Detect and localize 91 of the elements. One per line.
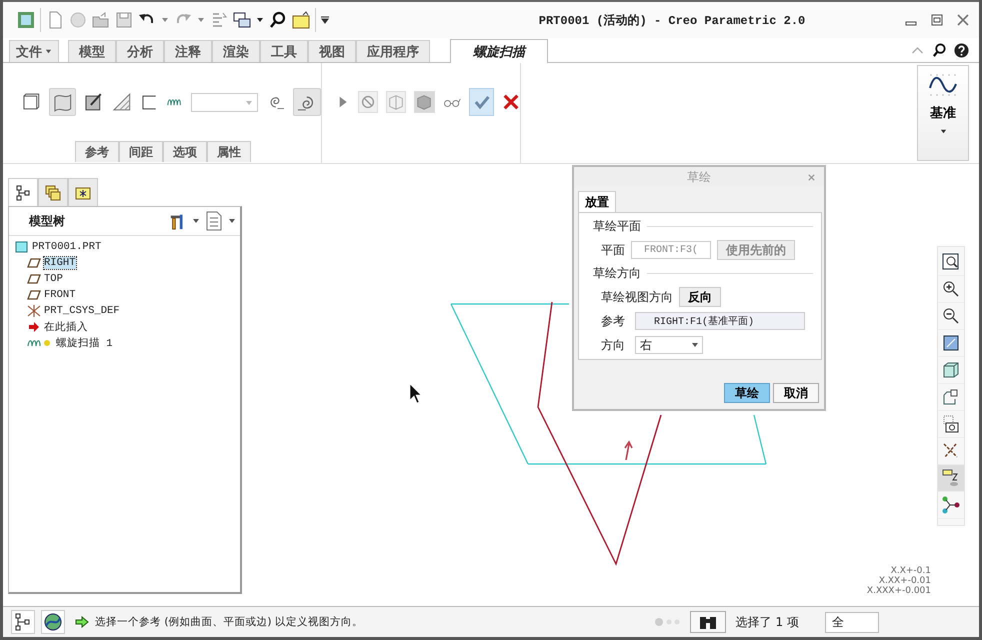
tree-item[interactable]: 螺旋扫描 1 [56, 336, 113, 350]
globe-icon[interactable] [41, 610, 65, 634]
sketch-icon[interactable] [84, 92, 104, 112]
selection-count: 选择了 1 项 [736, 614, 799, 630]
folder-icon[interactable] [292, 11, 310, 29]
windows-icon[interactable] [233, 11, 251, 29]
file-menu[interactable]: 文件 [9, 40, 59, 62]
search-icon[interactable] [269, 11, 287, 29]
plane-icon [27, 273, 41, 285]
dialog-tab[interactable]: 放置 [578, 191, 616, 212]
filter-dropdown[interactable]: 全 [825, 612, 879, 632]
close-icon[interactable] [502, 92, 520, 112]
datum-button[interactable]: 基准 [917, 65, 969, 161]
panel-tab[interactable]: 属性 [207, 141, 251, 162]
field-label: 平面 [601, 242, 625, 258]
check-icon[interactable] [468, 88, 494, 116]
plane-icon [27, 257, 41, 269]
tree-item[interactable]: PRT0001.PRT [32, 241, 102, 253]
ribbon-tab[interactable]: 工具 [260, 40, 308, 62]
field-label: 方向 [601, 336, 625, 354]
field-label: 草绘视图方向 [601, 288, 673, 306]
caret-icon[interactable] [256, 16, 264, 24]
binoculars-button[interactable] [690, 611, 726, 633]
ribbon-tab[interactable]: 视图 [308, 40, 356, 62]
coordinate-system-icon [27, 305, 41, 317]
surface-icon[interactable] [48, 88, 76, 116]
list-settings-icon[interactable] [205, 211, 223, 231]
navigator-tab[interactable] [8, 178, 38, 206]
dialog-title: 草绘 [687, 168, 711, 186]
stop-icon[interactable] [358, 91, 378, 113]
tree-item[interactable]: PRT_CSYS_DEF [44, 305, 120, 317]
regenerate-icon[interactable] [210, 11, 228, 29]
part-icon [15, 241, 29, 253]
folders-icon [45, 184, 61, 200]
solid-icon[interactable] [21, 92, 41, 112]
close-icon[interactable] [957, 14, 969, 26]
section-heading: 草绘方向 [593, 265, 641, 282]
panel-tab[interactable]: 选项 [163, 141, 207, 162]
arrow-icon [75, 616, 89, 628]
ribbon-tab[interactable]: 注释 [164, 40, 212, 62]
ribbon-tab[interactable]: 模型 [68, 40, 116, 62]
tolerance-text: X.XXX+-0.001 [866, 586, 931, 596]
cursor-icon [410, 383, 422, 404]
star-folder-icon [75, 184, 91, 200]
status-message: 选择一个参考 (例如曲面、平面或边) 以定义视图方向。 [95, 615, 363, 629]
tree-item[interactable]: FRONT [44, 289, 76, 301]
tree-icon [15, 184, 31, 200]
arrow-icon [27, 321, 41, 333]
ribbon-tab[interactable]: 分析 [116, 40, 164, 62]
direction-dropdown[interactable]: 右 [635, 336, 703, 354]
caret-icon [691, 341, 699, 349]
direction-arrow [624, 440, 633, 461]
caret-icon [45, 48, 52, 55]
tolerance-text: X.XX+-0.01 [878, 576, 931, 586]
wave-icon [928, 72, 958, 98]
open-folder-icon[interactable] [92, 11, 110, 29]
tree-item[interactable]: RIGHT [44, 257, 76, 269]
maximize-icon[interactable] [931, 14, 943, 26]
spiral-icon[interactable] [293, 88, 321, 116]
hatched-plane-icon[interactable] [112, 92, 132, 112]
window-title: PRT0001 (活动的) - Creo Parametric 2.0 [538, 12, 806, 28]
panel-tab[interactable]: 参考 [75, 141, 119, 162]
section-heading: 草绘平面 [593, 218, 641, 235]
ribbon-tab[interactable]: 螺旋扫描 [450, 39, 548, 63]
ribbon-tab[interactable]: 应用程序 [356, 40, 430, 62]
caret-icon[interactable] [192, 217, 200, 225]
dialog-button[interactable]: 取消 [773, 383, 819, 403]
tree-icon[interactable] [11, 610, 35, 634]
binoculars-icon [698, 614, 718, 630]
caret-icon[interactable] [321, 16, 329, 24]
flip-button[interactable]: 反向 [679, 287, 721, 307]
ribbon-tab[interactable]: 渲染 [212, 40, 260, 62]
tree-item[interactable]: TOP [44, 273, 63, 285]
panel-tab[interactable]: 间距 [119, 141, 163, 162]
plane-icon [27, 289, 41, 301]
caret-icon [940, 128, 946, 135]
dialog-button[interactable]: 草绘 [724, 383, 770, 403]
save-icon[interactable] [115, 11, 133, 29]
help-icon[interactable] [954, 42, 969, 58]
app-icon[interactable] [17, 11, 35, 29]
search-icon[interactable] [932, 42, 947, 58]
shaded-preview-icon[interactable] [414, 91, 435, 113]
reference-field[interactable]: RIGHT:F1(基准平面) [635, 312, 805, 330]
tree-item[interactable]: 在此插入 [44, 320, 88, 334]
caret-icon[interactable] [228, 217, 236, 225]
tolerance-text: X.X+-0.1 [890, 566, 931, 576]
plane-field[interactable]: FRONT:F3( [631, 241, 711, 259]
helix-icon [27, 337, 53, 349]
panel-title: 模型树 [29, 212, 65, 230]
field-label: 参考 [601, 312, 625, 330]
annotation-display-icon[interactable] [938, 465, 964, 492]
